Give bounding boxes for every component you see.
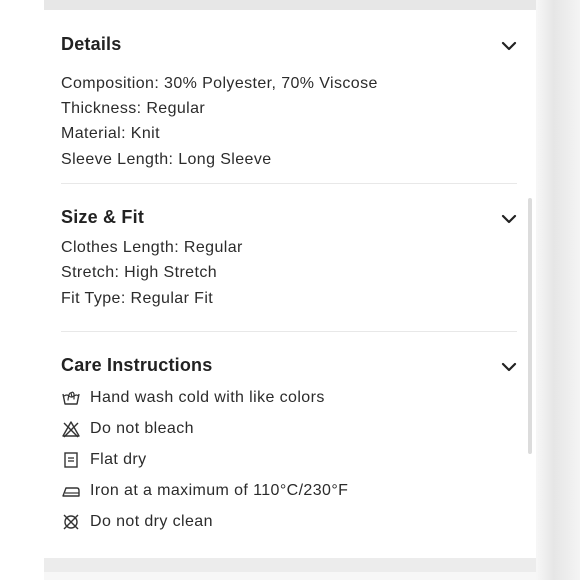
care-item-text: Do not dry clean <box>90 513 213 530</box>
details-line: Material: Knit <box>61 125 160 142</box>
size-fit-line: Clothes Length: Regular <box>61 239 243 256</box>
details-line: Sleeve Length: Long Sleeve <box>61 151 272 168</box>
top-separator <box>44 0 536 10</box>
no-bleach-icon <box>62 421 80 438</box>
care-item-text: Iron at a maximum of 110°C/230°F <box>90 482 349 499</box>
divider <box>61 183 517 184</box>
size-fit-title: Size & Fit <box>61 207 145 227</box>
care-item: Hand wash cold with like colors <box>61 387 325 409</box>
size-fit-line: Stretch: High Stretch <box>61 264 218 281</box>
care-title: Care Instructions <box>61 355 213 375</box>
iron-icon <box>62 487 80 497</box>
product-info-panel: Details Composition: 30% Polyester, 70% … <box>44 10 536 558</box>
care-item: Do not bleach <box>61 418 194 440</box>
care-item: Flat dry <box>61 449 147 471</box>
details-title: Details <box>61 34 122 54</box>
chevron-down-icon[interactable] <box>501 38 517 54</box>
flat-dry-icon <box>64 452 78 468</box>
care-item-text: Do not bleach <box>90 420 194 437</box>
bottom-separator <box>44 558 536 580</box>
size-fit-section[interactable]: Size & Fit Clothes Length: Regular Stret… <box>61 207 517 327</box>
chevron-down-icon[interactable] <box>501 359 517 375</box>
scrollbar[interactable] <box>528 198 532 454</box>
details-section[interactable]: Details Composition: 30% Polyester, 70% … <box>61 34 517 184</box>
care-item: Do not dry clean <box>61 511 213 533</box>
details-line: Composition: 30% Polyester, 70% Viscose <box>61 75 378 92</box>
details-line: Thickness: Regular <box>61 100 206 117</box>
right-background <box>536 0 580 580</box>
divider <box>61 331 517 332</box>
hand-wash-icon <box>62 391 80 405</box>
chevron-down-icon[interactable] <box>501 211 517 227</box>
left-background <box>0 0 44 580</box>
size-fit-line: Fit Type: Regular Fit <box>61 290 214 307</box>
care-item-text: Hand wash cold with like colors <box>90 389 325 406</box>
care-item-text: Flat dry <box>90 451 147 468</box>
care-section[interactable]: Care Instructions Hand wash cold with li… <box>61 355 517 545</box>
care-item: Iron at a maximum of 110°C/230°F <box>61 480 348 502</box>
no-dry-clean-icon <box>63 514 79 530</box>
